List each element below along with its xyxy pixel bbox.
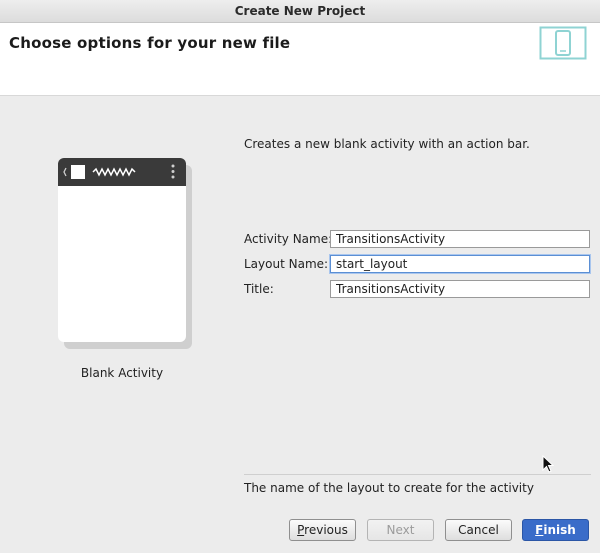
help-text: The name of the layout to create for the… bbox=[244, 481, 534, 495]
template-description: Creates a new blank activity with an act… bbox=[244, 137, 530, 151]
previous-label: revious bbox=[304, 523, 348, 537]
next-label: Next bbox=[386, 523, 415, 537]
layout-name-field[interactable] bbox=[330, 255, 590, 273]
title-field[interactable] bbox=[330, 280, 590, 298]
activity-name-field[interactable] bbox=[330, 230, 590, 248]
previous-button[interactable]: Previous bbox=[289, 519, 356, 541]
finish-button[interactable]: Finish bbox=[522, 519, 589, 541]
activity-name-label: Activity Name: bbox=[244, 232, 333, 246]
finish-label: inish bbox=[543, 523, 576, 537]
title-label: Title: bbox=[244, 282, 274, 296]
page-title: Choose options for your new file bbox=[9, 34, 291, 52]
phone-preview-icon bbox=[58, 158, 186, 342]
layout-name-label: Layout Name: bbox=[244, 257, 329, 271]
cancel-button[interactable]: Cancel bbox=[445, 519, 512, 541]
preview-action-bar bbox=[58, 158, 186, 186]
device-layout-icon bbox=[539, 26, 587, 63]
cancel-label: Cancel bbox=[458, 523, 499, 537]
mouse-pointer-icon bbox=[542, 454, 556, 478]
next-button[interactable]: Next bbox=[367, 519, 434, 541]
help-divider bbox=[244, 474, 591, 475]
window-title: Create New Project bbox=[234, 4, 366, 18]
window-titlebar: Create New Project bbox=[0, 0, 600, 23]
template-name: Blank Activity bbox=[80, 366, 164, 380]
